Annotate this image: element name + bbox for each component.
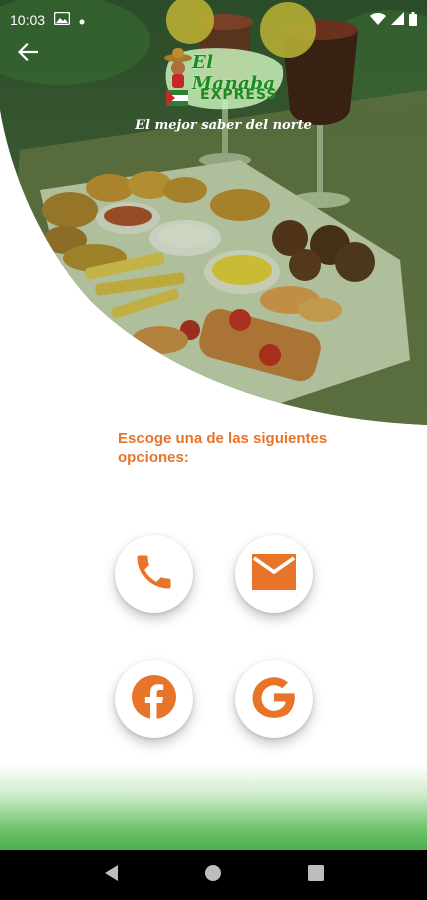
phone-button[interactable]	[115, 535, 193, 613]
recents-square-icon	[307, 864, 324, 886]
arrow-back-icon	[17, 42, 39, 66]
facebook-button[interactable]	[115, 660, 193, 738]
phone-icon	[132, 550, 176, 599]
back-button[interactable]	[12, 38, 44, 70]
brand-subname: EXPRESS	[200, 87, 278, 103]
screen: 10:03 El Manaba EXPRESS El mejor saber d…	[0, 0, 427, 900]
system-nav-bar	[0, 850, 427, 900]
signal-icon	[391, 12, 404, 28]
bottom-green-band	[0, 765, 427, 850]
back-triangle-icon	[103, 864, 119, 887]
status-time: 10:03	[10, 12, 46, 28]
options-prompt: Escoge una de las siguientes opciones:	[118, 430, 328, 466]
email-button[interactable]	[235, 535, 313, 613]
email-icon	[250, 552, 298, 597]
home-circle-icon	[204, 864, 222, 887]
google-button[interactable]	[235, 660, 313, 738]
gallery-icon	[53, 11, 71, 28]
dot-icon	[79, 12, 85, 28]
tagline: El mejor saber del norte	[135, 118, 312, 133]
google-icon	[249, 672, 299, 727]
nav-back-button[interactable]	[91, 855, 131, 895]
wifi-icon	[370, 12, 386, 28]
battery-icon	[409, 11, 417, 29]
nav-home-button[interactable]	[193, 855, 233, 895]
facebook-icon	[130, 673, 178, 726]
brand-logo: El Manaba EXPRESS	[160, 46, 285, 112]
status-bar: 10:03	[0, 0, 427, 40]
nav-recents-button[interactable]	[296, 855, 336, 895]
